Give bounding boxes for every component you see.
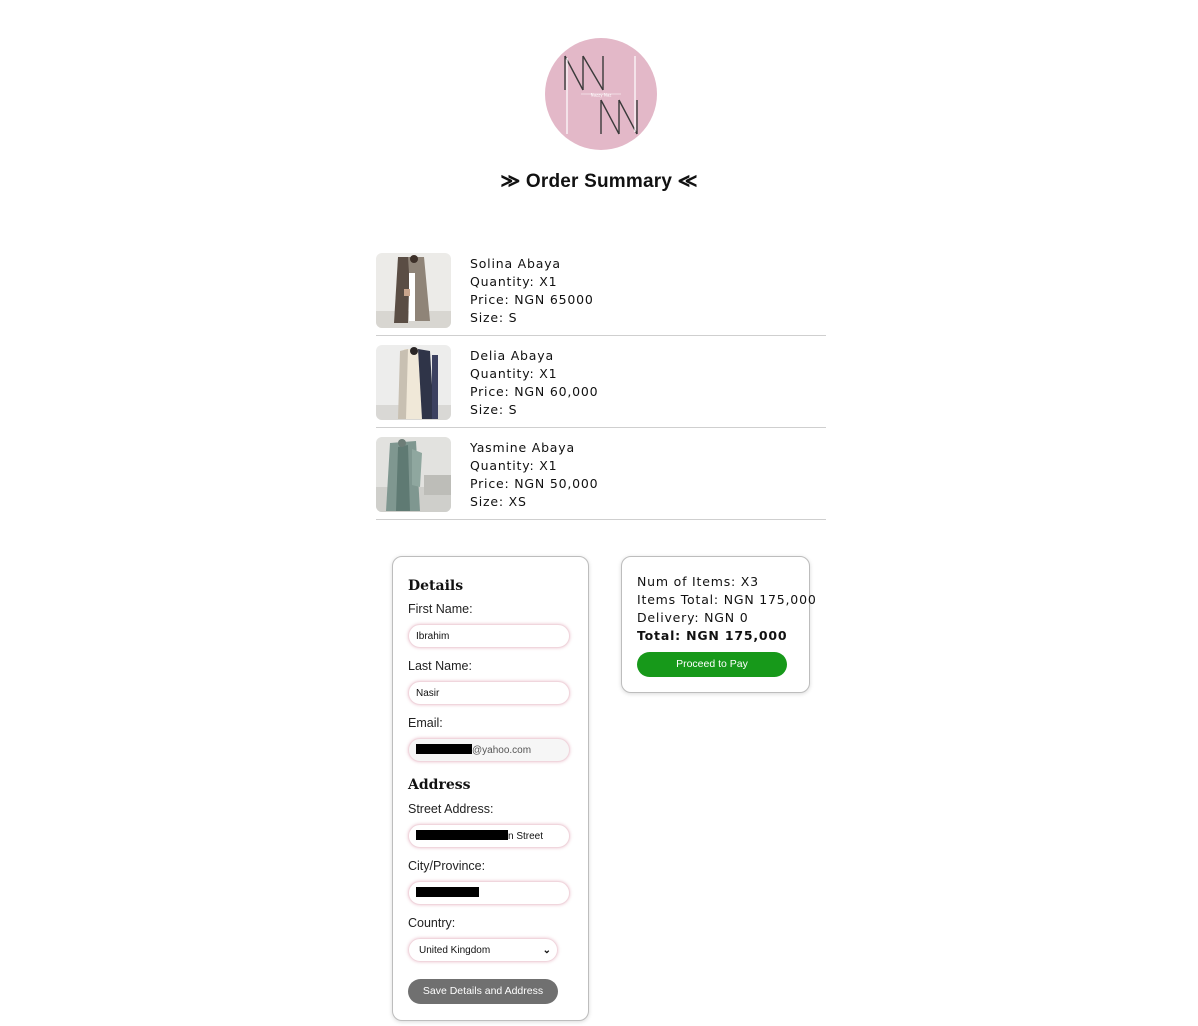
city-input[interactable] [408, 881, 570, 905]
list-item: Solina Abaya Quantity: X1 Price: NGN 650… [376, 253, 826, 336]
product-photo-icon [376, 345, 451, 420]
item-size: Size: S [470, 402, 518, 417]
street-suffix: n Street [508, 831, 544, 842]
item-price: Price: NGN 50,000 [470, 476, 599, 491]
street-address-input[interactable]: n Street [408, 824, 570, 848]
redacted-text [416, 830, 508, 841]
country-select[interactable]: United Kingdom ⌄ [408, 938, 558, 962]
address-heading: Address [408, 777, 471, 793]
item-quantity: Quantity: X1 [470, 458, 558, 473]
last-name-input[interactable]: Nasir [408, 681, 570, 705]
item-size: Size: XS [470, 494, 527, 509]
svg-text:Nazzy Naz: Nazzy Naz [591, 93, 612, 98]
list-item: Delia Abaya Quantity: X1 Price: NGN 60,0… [376, 345, 826, 428]
first-name-input[interactable]: Ibrahim [408, 624, 570, 648]
first-name-label: First Name: [408, 602, 473, 616]
grand-total: Total: NGN 175,000 [637, 628, 788, 643]
item-price: Price: NGN 60,000 [470, 384, 599, 399]
order-summary-page: Nazzy Naz ≫ Order Summary ≪ Solina Abaya… [0, 0, 1198, 1026]
brand-logo: Nazzy Naz [545, 38, 657, 150]
page-title: ≫ Order Summary ≪ [500, 171, 698, 192]
order-totals-card: Num of Items: X3 Items Total: NGN 175,00… [621, 556, 816, 693]
chevron-down-icon: ⌄ [542, 945, 551, 956]
item-price: Price: NGN 65000 [470, 292, 594, 307]
proceed-to-pay-button[interactable]: Proceed to Pay [637, 652, 787, 677]
product-photo-icon [376, 253, 451, 328]
order-items-list: Solina Abaya Quantity: X1 Price: NGN 650… [376, 253, 826, 529]
item-name: Yasmine Abaya [470, 440, 575, 455]
email-input[interactable]: @yahoo.com [408, 738, 570, 762]
order-totals: Num of Items: X3 Items Total: NGN 175,00… [637, 573, 817, 645]
street-address-label: Street Address: [408, 802, 494, 816]
list-item: Yasmine Abaya Quantity: X1 Price: NGN 50… [376, 437, 826, 520]
item-quantity: Quantity: X1 [470, 366, 558, 381]
details-form-card: Details First Name: Ibrahim Last Name: N… [392, 556, 589, 1021]
delivery-fee: Delivery: NGN 0 [637, 610, 749, 625]
item-size: Size: S [470, 310, 518, 325]
country-label: Country: [408, 916, 456, 930]
redacted-text [416, 744, 472, 755]
items-total: Items Total: NGN 175,000 [637, 592, 817, 607]
product-photo-icon [376, 437, 451, 512]
country-selected-value: United Kingdom [419, 945, 491, 956]
city-label: City/Province: [408, 859, 486, 873]
email-suffix: @yahoo.com [472, 745, 532, 756]
item-details: Yasmine Abaya Quantity: X1 Price: NGN 50… [470, 439, 598, 511]
details-heading: Details [408, 578, 464, 594]
last-name-label: Last Name: [408, 659, 472, 673]
redacted-text [416, 887, 479, 898]
save-details-button[interactable]: Save Details and Address [408, 979, 558, 1004]
item-details: Delia Abaya Quantity: X1 Price: NGN 60,0… [470, 347, 598, 419]
item-name: Delia Abaya [470, 348, 554, 363]
num-items: Num of Items: X3 [637, 574, 759, 589]
item-details: Solina Abaya Quantity: X1 Price: NGN 650… [470, 255, 594, 327]
item-quantity: Quantity: X1 [470, 274, 558, 289]
email-label: Email: [408, 716, 443, 730]
item-name: Solina Abaya [470, 256, 561, 271]
